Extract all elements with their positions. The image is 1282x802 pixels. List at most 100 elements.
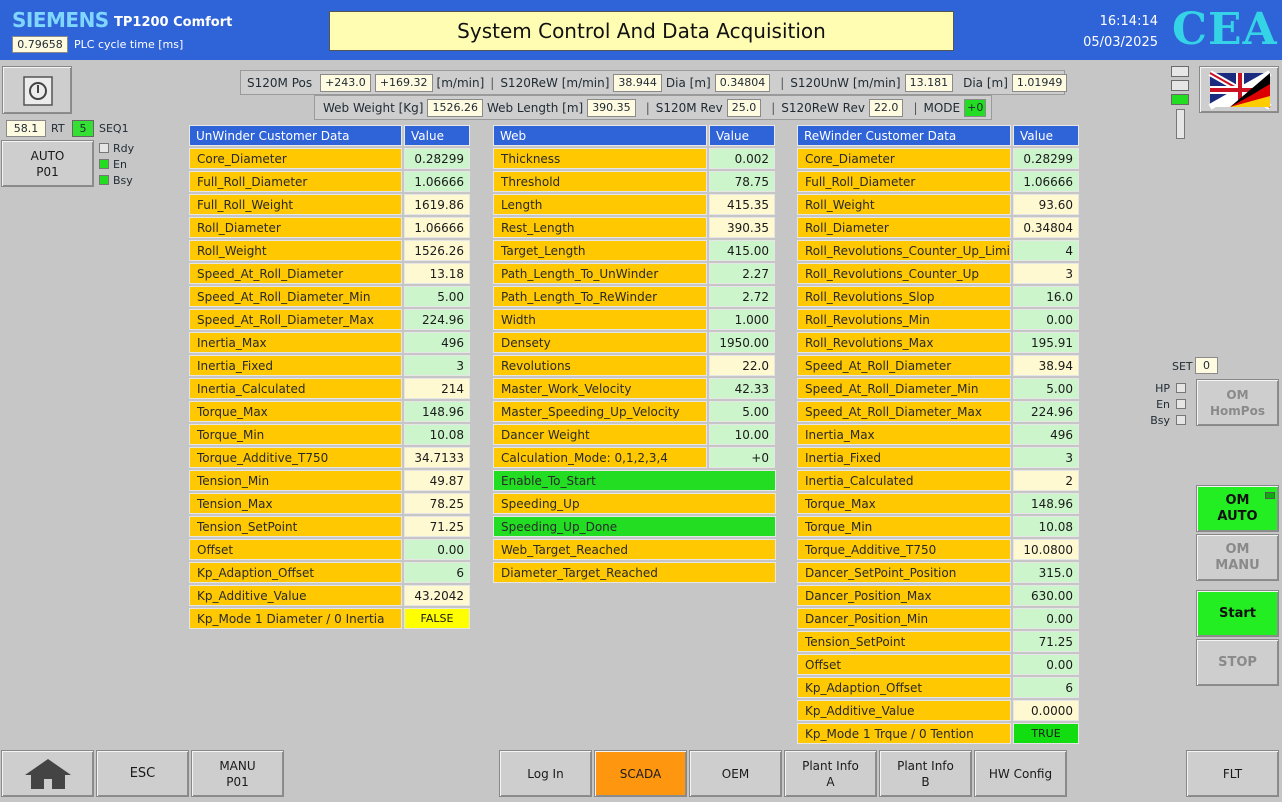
rewinder-row-value: 4 bbox=[1013, 240, 1079, 261]
rewinder-row-value: TRUE bbox=[1013, 723, 1079, 744]
language-button[interactable] bbox=[1199, 66, 1279, 113]
web-title-header: Web bbox=[493, 125, 707, 146]
s120rew-rev-value: 22.0 bbox=[868, 98, 904, 117]
rewinder-row-name: Roll_Revolutions_Min bbox=[797, 309, 1011, 330]
status-indicator-row: HP bbox=[1150, 380, 1186, 396]
unwinder-row-name: Torque_Additive_T750 bbox=[189, 447, 402, 468]
rewinder-row-value: 496 bbox=[1013, 424, 1079, 445]
web-row-value: 78.75 bbox=[709, 171, 775, 192]
plc-cycle-value: 0.79658 bbox=[12, 36, 68, 53]
unwinder-row-value: 49.87 bbox=[404, 470, 470, 491]
unwinder-row-value: 1.06666 bbox=[404, 217, 470, 238]
scroll-handle[interactable] bbox=[1176, 109, 1185, 139]
unwinder-row-name: Tension_SetPoint bbox=[189, 516, 402, 537]
rewinder-row-value: 10.08 bbox=[1013, 516, 1079, 537]
page-title: System Control And Data Acquisition bbox=[329, 11, 954, 51]
stop-button[interactable]: STOP bbox=[1196, 639, 1279, 686]
rew-dia-label: Dia [m] bbox=[665, 75, 711, 90]
oem-button[interactable]: OEM bbox=[689, 750, 782, 797]
rewinder-row-value: 16.0 bbox=[1013, 286, 1079, 307]
unwinder-row-value: FALSE bbox=[404, 608, 470, 629]
language-flag-icon bbox=[1208, 70, 1272, 110]
unwinder-row-value: 34.7133 bbox=[404, 447, 470, 468]
rewinder-row-value: 0.00 bbox=[1013, 608, 1079, 629]
esc-button[interactable]: ESC bbox=[96, 750, 189, 797]
unwinder-row-value: 6 bbox=[404, 562, 470, 583]
power-button[interactable] bbox=[2, 66, 72, 114]
rewinder-row-value: 224.96 bbox=[1013, 401, 1079, 422]
om-auto-led bbox=[1265, 492, 1275, 499]
rewinder-row-name: Tension_SetPoint bbox=[797, 631, 1011, 652]
unwinder-row-name: Speed_At_Roll_Diameter_Max bbox=[189, 309, 402, 330]
rewinder-row-name: Dancer_Position_Min bbox=[797, 608, 1011, 629]
flt-button[interactable]: FLT bbox=[1186, 750, 1279, 797]
unwinder-row-name: Kp_Mode 1 Diameter / 0 Inertia bbox=[189, 608, 402, 629]
unw-dia-label: Dia [m] bbox=[963, 75, 1008, 90]
unwinder-row-value: 148.96 bbox=[404, 401, 470, 422]
rewinder-row-name: Dancer_SetPoint_Position bbox=[797, 562, 1011, 583]
scada-button[interactable]: SCADA bbox=[594, 750, 687, 797]
web-row-value: 415.00 bbox=[709, 240, 775, 261]
unwinder-row-value: 224.96 bbox=[404, 309, 470, 330]
rewinder-row-value: 0.00 bbox=[1013, 654, 1079, 675]
web-value-header: Value bbox=[709, 125, 775, 146]
unwinder-row-value: 1619.86 bbox=[404, 194, 470, 215]
rewinder-row-value: 38.94 bbox=[1013, 355, 1079, 376]
plant-info-a-button[interactable]: Plant Info A bbox=[784, 750, 877, 797]
plant-info-b-button[interactable]: Plant Info B bbox=[879, 750, 972, 797]
clock-time: 16:14:14 bbox=[1099, 14, 1158, 29]
unwinder-row-name: Speed_At_Roll_Diameter_Min bbox=[189, 286, 402, 307]
rewinder-row-value: 3 bbox=[1013, 447, 1079, 468]
om-auto-sublabel: AUTO bbox=[1217, 509, 1258, 524]
plant-info-b-label: Plant Info bbox=[897, 758, 954, 773]
rewinder-row-name: Torque_Min bbox=[797, 516, 1011, 537]
web-status-flag: Web_Target_Reached bbox=[493, 539, 776, 560]
om-manu-button[interactable]: OM MANU bbox=[1196, 534, 1279, 581]
web-row-value: 42.33 bbox=[709, 378, 775, 399]
rewinder-row-name: Inertia_Fixed bbox=[797, 447, 1011, 468]
web-weight-value: 1526.26 bbox=[427, 98, 483, 117]
s120m-speed-value: +169.32 bbox=[374, 73, 433, 92]
web-row-name: Dancer Weight bbox=[493, 424, 707, 445]
om-hompos-label: OM bbox=[1226, 388, 1249, 402]
home-button[interactable] bbox=[1, 750, 94, 797]
auto-button-sublabel: P01 bbox=[36, 165, 59, 179]
login-button[interactable]: Log In bbox=[499, 750, 592, 797]
unwinder-row-name: Roll_Diameter bbox=[189, 217, 402, 238]
web-status-flag: Enable_To_Start bbox=[493, 470, 776, 491]
s120m-rev-label: S120M Rev bbox=[655, 100, 723, 115]
web-row-name: Path_Length_To_UnWinder bbox=[493, 263, 707, 284]
mode-label: MODE bbox=[923, 100, 961, 115]
status-indicator-row: Bsy bbox=[1150, 412, 1186, 428]
status-indicator-row: En bbox=[1150, 396, 1186, 412]
rewinder-row-name: Kp_Mode 1 Trque / 0 Tention bbox=[797, 723, 1011, 744]
s120m-rev-value: 25.0 bbox=[726, 98, 762, 117]
web-row-value: 22.0 bbox=[709, 355, 775, 376]
unwinder-row-name: Inertia_Fixed bbox=[189, 355, 402, 376]
s120m-pos-value: +243.0 bbox=[320, 73, 371, 92]
manu-p01-button[interactable]: MANU P01 bbox=[191, 750, 284, 797]
web-row-value: 2.72 bbox=[709, 286, 775, 307]
rewinder-row-value: 0.34804 bbox=[1013, 217, 1079, 238]
web-status-flag: Speeding_Up bbox=[493, 493, 776, 514]
rewinder-value-header: Value bbox=[1013, 125, 1079, 146]
start-button[interactable]: Start bbox=[1196, 590, 1279, 637]
om-hompos-button[interactable]: OM HomPos bbox=[1196, 379, 1279, 426]
s120unw-speed-value: 13.181 bbox=[904, 73, 954, 92]
rewinder-row-name: Roll_Revolutions_Slop bbox=[797, 286, 1011, 307]
panel-model: TP1200 Comfort bbox=[114, 15, 233, 30]
auto-p01-button[interactable]: AUTO P01 bbox=[1, 140, 94, 187]
rewinder-row-name: Full_Roll_Diameter bbox=[797, 171, 1011, 192]
unwinder-row-name: Inertia_Max bbox=[189, 332, 402, 353]
web-row-value: 390.35 bbox=[709, 217, 775, 238]
mode-value: +0 bbox=[964, 98, 987, 117]
hw-config-button[interactable]: HW Config bbox=[974, 750, 1067, 797]
rewinder-row-name: Roll_Revolutions_Counter_Up_Limit bbox=[797, 240, 1011, 261]
status-indicator-label: Rdy bbox=[113, 141, 135, 155]
rewinder-row-value: 10.0800 bbox=[1013, 539, 1079, 560]
s120rew-rev-label: S120ReW Rev bbox=[781, 100, 865, 115]
power-icon bbox=[23, 76, 53, 106]
status-indicator-label: En bbox=[1156, 397, 1170, 411]
om-auto-button[interactable]: OM AUTO bbox=[1196, 485, 1279, 532]
unwinder-row-name: Full_Roll_Weight bbox=[189, 194, 402, 215]
